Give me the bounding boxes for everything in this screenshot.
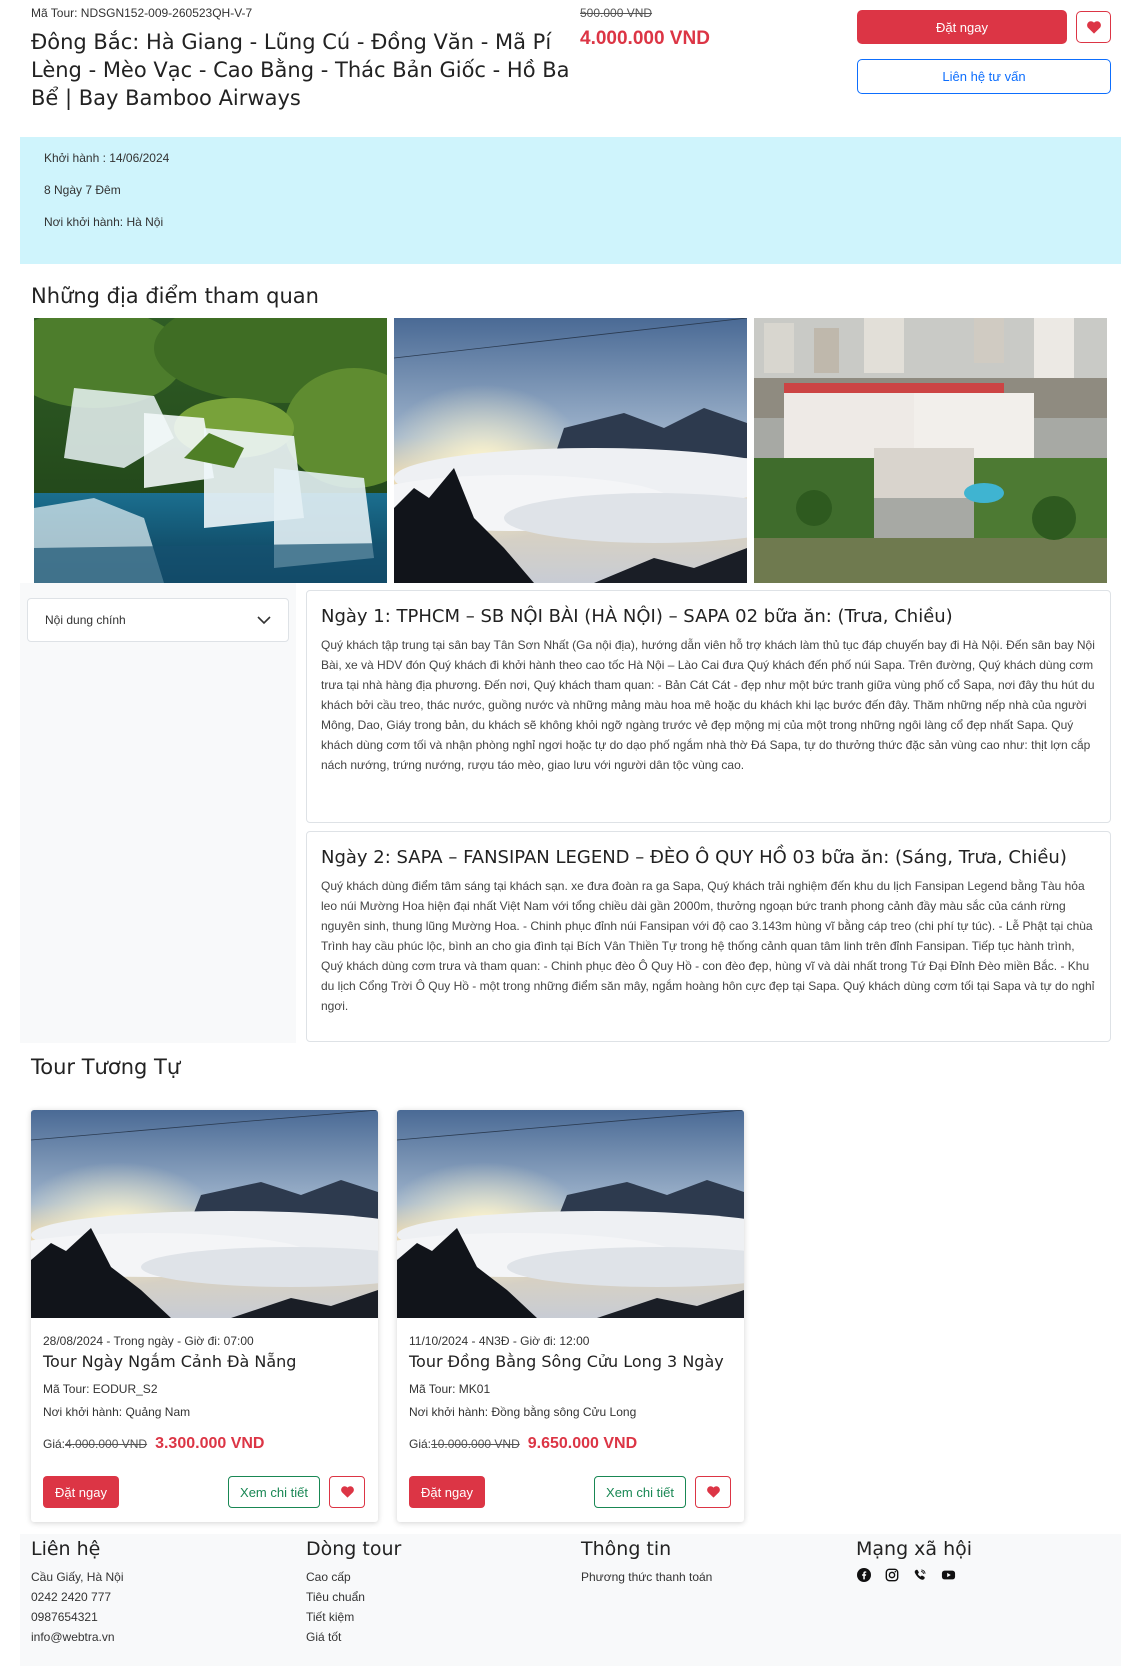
viber-icon[interactable] bbox=[912, 1567, 928, 1583]
tour-line-link[interactable]: Tiêu chuẩn bbox=[306, 1587, 401, 1607]
original-price: 4.000.000 VND bbox=[65, 1437, 148, 1451]
tour-card: 28/08/2024 - Trong ngày - Giờ đi: 07:00 … bbox=[31, 1110, 378, 1522]
tour-duration: 8 Ngày 7 Đêm bbox=[44, 183, 121, 197]
tour-code: Mã Tour: NDSGN152-009-260523QH-V-7 bbox=[31, 6, 253, 20]
site-footer: Liên hệ Cầu Giấy, Hà Nội 0242 2420 777 0… bbox=[20, 1534, 1121, 1666]
price-label: Giá: bbox=[43, 1437, 66, 1451]
departure-place: Nơi khởi hành: Hà Nội bbox=[44, 215, 164, 229]
original-price: 500.000 VND bbox=[580, 6, 653, 20]
favorite-button[interactable] bbox=[329, 1476, 365, 1508]
tour-card-meta: 11/10/2024 - 4N3Đ - Giờ đi: 12:00 bbox=[409, 1334, 590, 1348]
original-price: 10.000.000 VND bbox=[431, 1437, 520, 1451]
tour-line-link[interactable]: Giá tốt bbox=[306, 1627, 401, 1647]
payment-methods-link[interactable]: Phương thức thanh toán bbox=[581, 1567, 712, 1587]
footer-tour-lines: Dòng tour Cao cấp Tiêu chuẩn Tiết kiệm G… bbox=[306, 1534, 401, 1647]
main-content-dropdown[interactable]: Nội dung chính bbox=[27, 598, 289, 642]
contact-address: Cầu Giấy, Hà Nội bbox=[31, 1570, 124, 1584]
day-description: Quý khách dùng điểm tâm sáng tại khách s… bbox=[321, 879, 1095, 1013]
tour-card-title: Tour Ngày Ngắm Cảnh Đà Nẵng bbox=[43, 1352, 297, 1371]
footer-contact: Liên hệ Cầu Giấy, Hà Nội 0242 2420 777 0… bbox=[31, 1534, 123, 1647]
tour-card-departure: Nơi khởi hành: Quảng Nam bbox=[43, 1405, 191, 1419]
similar-tours-title: Tour Tương Tự bbox=[31, 1055, 181, 1079]
tour-line-link[interactable]: Cao cấp bbox=[306, 1567, 401, 1587]
day-title: Ngày 2: SAPA – FANSIPAN LEGEND – ĐÈO Ô Q… bbox=[321, 847, 1067, 868]
attractions-title: Những địa điểm tham quan bbox=[31, 284, 319, 308]
departure-date: Khởi hành : 14/06/2024 bbox=[44, 151, 170, 165]
book-now-button[interactable]: Đặt ngay bbox=[43, 1476, 119, 1508]
heart-icon bbox=[1086, 20, 1101, 34]
footer-social: Mạng xã hội bbox=[856, 1534, 972, 1583]
youtube-icon[interactable] bbox=[940, 1567, 956, 1583]
dropdown-label: Nội dung chính bbox=[45, 613, 126, 627]
tour-card-code: Mã Tour: EODUR_S2 bbox=[43, 1382, 158, 1396]
tour-card-title: Tour Đồng Bằng Sông Cửu Long 3 Ngày bbox=[409, 1352, 724, 1371]
day-description: Quý khách tập trung tại sân bay Tân Sơn … bbox=[321, 638, 1095, 772]
tour-card-meta: 28/08/2024 - Trong ngày - Giờ đi: 07:00 bbox=[43, 1334, 254, 1348]
footer-contact-title: Liên hệ bbox=[31, 1538, 101, 1560]
footer-information-title: Thông tin bbox=[581, 1538, 672, 1560]
current-price: 3.300.000 VND bbox=[155, 1435, 265, 1452]
tour-line-link[interactable]: Tiết kiệm bbox=[306, 1607, 401, 1627]
current-price: 4.000.000 VND bbox=[580, 28, 710, 49]
tour-header: Mã Tour: NDSGN152-009-260523QH-V-7 Đông … bbox=[0, 0, 1121, 130]
tour-info-box: Khởi hành : 14/06/2024 8 Ngày 7 Đêm Nơi … bbox=[20, 137, 1121, 264]
contact-email[interactable]: info@webtra.vn bbox=[31, 1627, 123, 1647]
day-title: Ngày 1: TPHCM – SB NỘI BÀI (HÀ NỘI) – SA… bbox=[321, 606, 953, 627]
book-now-button[interactable]: Đặt ngay bbox=[409, 1476, 485, 1508]
hotel-aerial-photo bbox=[754, 318, 1107, 583]
contact-consult-button[interactable]: Liên hệ tư vấn bbox=[857, 59, 1111, 94]
itinerary-day-1: Ngày 1: TPHCM – SB NỘI BÀI (HÀ NỘI) – SA… bbox=[306, 590, 1111, 823]
favorite-button[interactable] bbox=[1076, 11, 1111, 43]
heart-icon bbox=[706, 1486, 720, 1498]
waterfall-photo bbox=[34, 318, 387, 583]
view-detail-button[interactable]: Xem chi tiết bbox=[228, 1476, 320, 1508]
view-detail-button[interactable]: Xem chi tiết bbox=[594, 1476, 686, 1508]
footer-social-title: Mạng xã hội bbox=[856, 1538, 973, 1560]
page-title: Đông Bắc: Hà Giang - Lũng Cú - Đồng Văn … bbox=[31, 30, 570, 110]
current-price: 9.650.000 VND bbox=[527, 1435, 638, 1452]
instagram-icon[interactable] bbox=[884, 1567, 900, 1583]
itinerary-day-2: Ngày 2: SAPA – FANSIPAN LEGEND – ĐÈO Ô Q… bbox=[306, 831, 1111, 1042]
tour-card-price: Giá: 10.000.000 VND 9.650.000 VND bbox=[409, 1435, 637, 1453]
tour-card-price: Giá: 4.000.000 VND 3.300.000 VND bbox=[43, 1435, 264, 1453]
favorite-button[interactable] bbox=[695, 1476, 731, 1508]
footer-information: Thông tin Phương thức thanh toán bbox=[581, 1534, 712, 1587]
sunset-clouds-photo bbox=[394, 318, 747, 583]
contact-mobile[interactable]: 0987654321 bbox=[31, 1607, 123, 1627]
content-sidebar: Nội dung chính bbox=[20, 583, 296, 1043]
facebook-icon[interactable] bbox=[856, 1567, 872, 1583]
chevron-down-icon bbox=[257, 615, 271, 624]
tour-card-code: Mã Tour: MK01 bbox=[409, 1382, 491, 1396]
price-label: Giá: bbox=[409, 1437, 432, 1451]
tour-card: 11/10/2024 - 4N3Đ - Giờ đi: 12:00 Tour Đ… bbox=[397, 1110, 744, 1522]
tour-card-image bbox=[31, 1110, 378, 1318]
heart-icon bbox=[340, 1486, 354, 1498]
book-now-button[interactable]: Đặt ngay bbox=[857, 10, 1067, 44]
tour-card-departure: Nơi khởi hành: Đồng bằng sông Cửu Long bbox=[409, 1405, 637, 1419]
footer-tour-lines-title: Dòng tour bbox=[306, 1538, 402, 1560]
contact-phone[interactable]: 0242 2420 777 bbox=[31, 1587, 123, 1607]
tour-card-image bbox=[397, 1110, 744, 1318]
